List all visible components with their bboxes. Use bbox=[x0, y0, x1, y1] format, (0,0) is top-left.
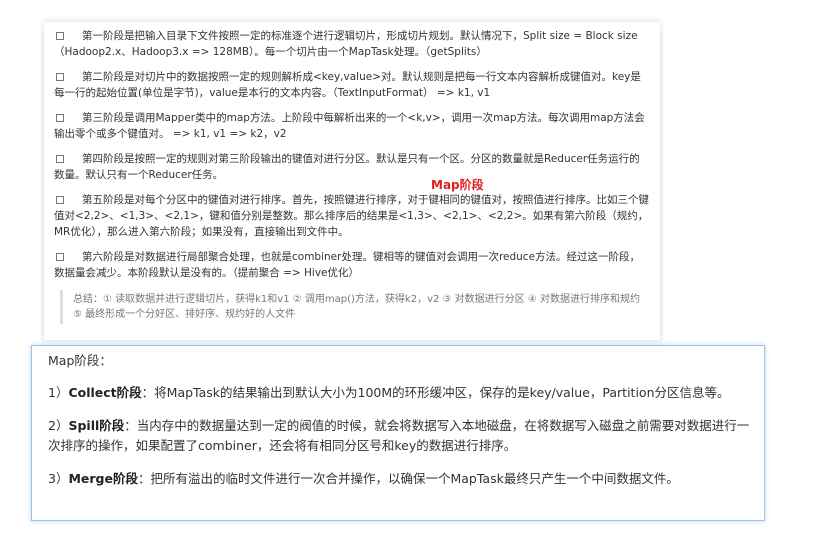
checkbox-bullet-icon bbox=[56, 32, 64, 40]
stage-1-paragraph: 第一阶段是把输入目录下文件按照一定的标准逐个进行逻辑切片，形成切片规划。默认情况… bbox=[54, 30, 638, 58]
summary-quote: 总结：① 读取数据并进行逻辑切片，获得k1和v1 ② 调用map()方法，获得k… bbox=[60, 290, 650, 324]
collect-stage-item: 1）Collect阶段：将MapTask的结果输出到默认大小为100M的环形缓冲… bbox=[48, 385, 730, 400]
merge-stage-term: Merge阶段 bbox=[68, 471, 138, 486]
checkbox-bullet-icon bbox=[56, 114, 64, 122]
notes-image-card: 第一阶段是把输入目录下文件按照一定的标准逐个进行逻辑切片，形成切片规划。默认情况… bbox=[44, 22, 660, 340]
checkbox-bullet-icon bbox=[56, 253, 64, 261]
card-title: Map阶段： bbox=[48, 353, 112, 368]
stage-5-paragraph: 第五阶段是对每个分区中的键值对进行排序。首先，按照键进行排序，对于键相同的键值对… bbox=[54, 194, 649, 238]
checkbox-bullet-icon bbox=[56, 73, 64, 81]
spill-stage-term: Spill阶段 bbox=[68, 418, 125, 433]
collect-stage-term: Collect阶段 bbox=[68, 385, 142, 400]
stage-2-paragraph: 第二阶段是对切片中的数据按照一定的规则解析成<key,value>对。默认规则是… bbox=[54, 71, 641, 99]
spill-stage-item: 2）Spill阶段：当内存中的数据量达到一定的阀值的时候，就会将数据写入本地磁盘… bbox=[48, 418, 750, 453]
merge-stage-item: 3）Merge阶段：把所有溢出的临时文件进行一次合并操作，以确保一个MapTas… bbox=[48, 471, 679, 486]
stage-3-paragraph: 第三阶段是调用Mapper类中的map方法。上阶段中每解析出来的一个<k,v>，… bbox=[54, 112, 645, 140]
map-stage-card: Map阶段： 1）Collect阶段：将MapTask的结果输出到默认大小为10… bbox=[31, 345, 765, 521]
stage-6-paragraph: 第六阶段是对数据进行局部聚合处理，也就是combiner处理。键相等的键值对会调… bbox=[54, 251, 641, 279]
checkbox-bullet-icon bbox=[56, 196, 64, 204]
stage-4-paragraph: 第四阶段是按照一定的规则对第三阶段输出的键值对进行分区。默认是只有一个区。分区的… bbox=[54, 153, 640, 181]
map-stage-label: Map阶段 bbox=[431, 178, 484, 192]
checkbox-bullet-icon bbox=[56, 155, 64, 163]
